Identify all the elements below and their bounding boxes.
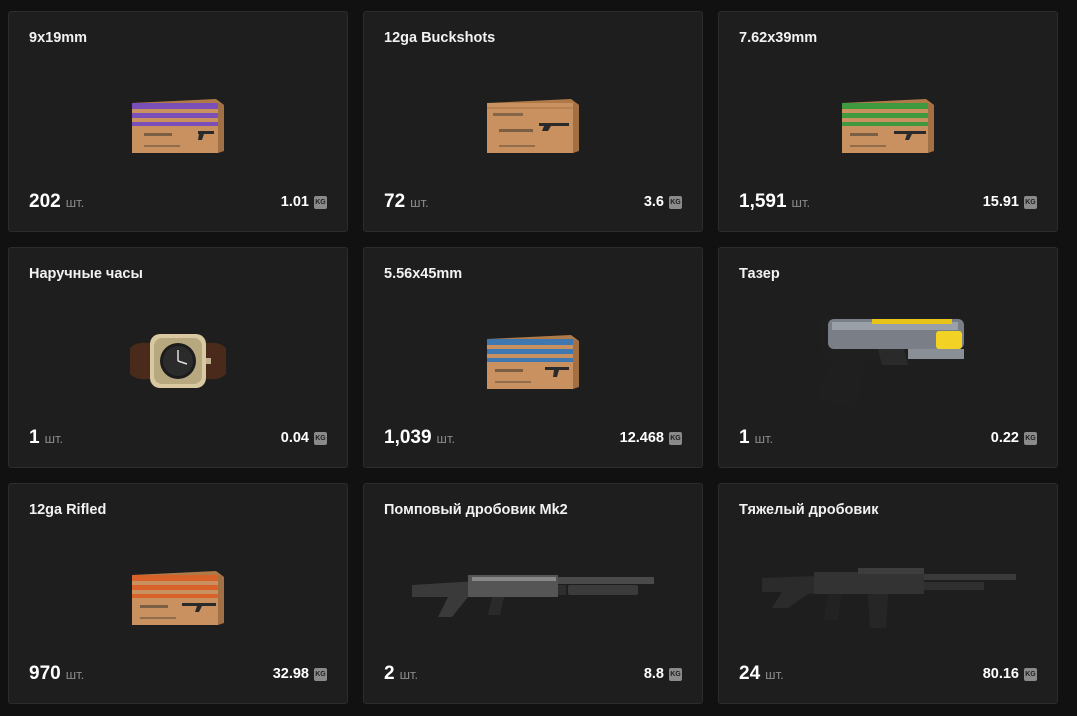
kg-icon: KG (669, 431, 682, 445)
weight-value: 32.98 (272, 666, 309, 682)
inventory-card-pump-shotgun-mk2[interactable]: Помповый дробовик Mk2 2 шт. 8.8 KG (363, 483, 703, 704)
count-unit: шт. (791, 195, 811, 210)
item-image (719, 70, 1057, 180)
item-name: Тяжелый дробовик (739, 502, 879, 518)
taser-icon (817, 317, 966, 408)
count-value: 24 (739, 663, 761, 684)
count-unit: шт. (765, 667, 784, 682)
weight-value: 0.22 (990, 430, 1019, 446)
item-count: 1 шт. (739, 427, 773, 449)
item-name: 9x19mm (29, 30, 88, 46)
count-value: 1,039 (384, 427, 432, 448)
weight-value: 3.6 (643, 194, 664, 210)
item-name: 7.62x39mm (739, 30, 818, 46)
pump-shotgun-icon (412, 575, 654, 617)
item-weight: 8.8 KG (644, 666, 682, 682)
count-value: 970 (29, 663, 61, 684)
count-value: 202 (29, 191, 61, 212)
weight-value: 1.01 (280, 194, 309, 210)
heavy-shotgun-icon (762, 568, 1016, 628)
count-unit: шт. (399, 667, 419, 682)
count-value: 1 (29, 427, 40, 448)
weight-value: 12.468 (619, 430, 664, 446)
item-weight: 32.98 KG (273, 666, 327, 682)
item-name: 12ga Buckshots (384, 30, 496, 46)
item-name: Наручные часы (29, 266, 143, 282)
count-unit: шт. (65, 667, 85, 682)
weight-value: 0.04 (280, 430, 309, 446)
count-value: 2 (384, 663, 395, 684)
weight-value: 8.8 (643, 666, 664, 682)
item-count: 202 шт. (29, 191, 84, 213)
ammo-box-556-icon (487, 335, 579, 389)
item-weight: 15.91 KG (983, 194, 1037, 210)
item-image (9, 306, 347, 416)
inventory-card-9x19mm[interactable]: 9x19mm 202 шт. 1.01 KG (8, 11, 348, 232)
kg-icon: KG (314, 195, 327, 209)
item-name: Помповый дробовик Mk2 (384, 502, 568, 518)
count-unit: шт. (410, 195, 429, 210)
item-weight: 80.16 KG (983, 666, 1037, 682)
item-count: 1,591 шт. (739, 191, 810, 213)
kg-icon: KG (314, 667, 327, 681)
count-unit: шт. (65, 195, 85, 210)
item-image (364, 70, 702, 180)
count-unit: шт. (754, 431, 774, 446)
item-image (364, 542, 702, 652)
inventory-card-12ga-rifled[interactable]: 12ga Rifled 970 шт. 32.98 KG (8, 483, 348, 704)
count-value: 72 (384, 191, 406, 212)
kg-icon: KG (1024, 431, 1037, 445)
item-weight: 3.6 KG (644, 194, 682, 210)
inventory-card-12ga-buckshots[interactable]: 12ga Buckshots 72 шт. 3.6 KG (363, 11, 703, 232)
ammo-box-762-icon (842, 99, 934, 153)
item-weight: 1.01 KG (281, 194, 327, 210)
inventory-card-taser[interactable]: Тазер 1 шт. 0.22 KG (718, 247, 1058, 468)
wristwatch-icon (130, 334, 226, 388)
item-image (719, 542, 1057, 652)
item-image (719, 306, 1057, 416)
inventory-card-556x45mm[interactable]: 5.56x45mm 1,039 шт. 12.468 KG (363, 247, 703, 468)
item-count: 970 шт. (29, 663, 84, 685)
inventory-card-762x39mm[interactable]: 7.62x39mm 1,591 шт. 15.91 KG (718, 11, 1058, 232)
weight-value: 80.16 (982, 666, 1019, 682)
kg-icon: KG (669, 667, 682, 681)
item-count: 1 шт. (29, 427, 63, 449)
ammo-box-buckshot-icon (487, 99, 579, 153)
kg-icon: KG (1024, 195, 1037, 209)
item-name: 12ga Rifled (29, 502, 107, 518)
ammo-box-rifled-icon (132, 571, 224, 625)
count-value: 1 (739, 427, 750, 448)
item-name: 5.56x45mm (384, 266, 463, 282)
count-value: 1,591 (739, 191, 787, 212)
count-unit: шт. (44, 431, 64, 446)
kg-icon: KG (1024, 667, 1037, 681)
count-unit: шт. (436, 431, 456, 446)
kg-icon: KG (669, 195, 682, 209)
item-image (9, 542, 347, 652)
item-weight: 0.04 KG (281, 430, 327, 446)
item-weight: 12.468 KG (620, 430, 682, 446)
item-count: 2 шт. (384, 663, 418, 685)
item-count: 24 шт. (739, 663, 784, 685)
item-count: 1,039 шт. (384, 427, 455, 449)
inventory-card-heavy-shotgun[interactable]: Тяжелый дробовик 24 шт. 80.16 KG (718, 483, 1058, 704)
item-weight: 0.22 KG (991, 430, 1037, 446)
item-count: 72 шт. (384, 191, 429, 213)
kg-icon: KG (314, 431, 327, 445)
ammo-box-9x19-icon (132, 99, 224, 153)
item-name: Тазер (739, 266, 780, 282)
item-image (9, 70, 347, 180)
inventory-grid: 9x19mm 202 шт. 1.01 KG 12ga Buckshots 72… (8, 11, 1058, 704)
inventory-card-wristwatch[interactable]: Наручные часы 1 шт. 0.04 KG (8, 247, 348, 468)
weight-value: 15.91 (982, 194, 1019, 210)
item-image (364, 306, 702, 416)
